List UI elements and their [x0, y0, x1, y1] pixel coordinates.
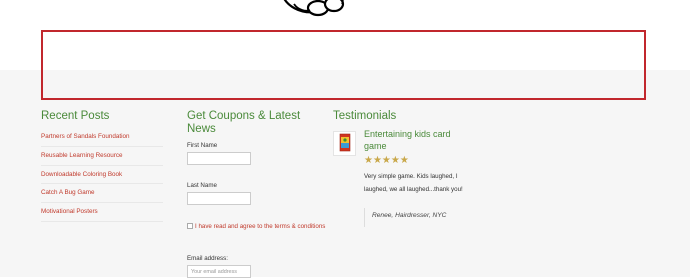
email-field[interactable] [187, 265, 251, 278]
recent-posts-list: Partners of Sandals Foundation Reusable … [41, 128, 163, 222]
ad-banner-placeholder [41, 30, 646, 100]
last-name-field[interactable] [187, 192, 251, 205]
list-item: Reusable Learning Resource [41, 147, 163, 166]
last-name-label: Last Name [187, 182, 217, 189]
star-rating: ★★★★★ [364, 155, 409, 166]
product-title-link[interactable]: Entertaining kids card game [364, 128, 464, 152]
email-label: Email address: [187, 255, 228, 262]
cartoon-gloves-image [283, 0, 345, 17]
recent-post-link[interactable]: Downloadable Coloring Book [41, 171, 122, 178]
list-item: Catch A Bug Game [41, 184, 163, 204]
list-item: Downloadable Coloring Book [41, 166, 163, 185]
testimonials-title: Testimonials [333, 110, 397, 122]
list-item: Motivational Posters [41, 203, 163, 222]
product-thumbnail[interactable] [333, 131, 356, 156]
recent-posts-title: Recent Posts [41, 110, 110, 122]
coupons-title: Get Coupons & Latest News [187, 110, 301, 135]
recent-post-link[interactable]: Catch A Bug Game [41, 189, 95, 196]
list-item: Partners of Sandals Foundation [41, 128, 163, 147]
card-game-box-image [339, 133, 351, 152]
review-text: Very simple game. Kids laughed, I laughe… [364, 173, 463, 193]
review-author: Renee, Hairdresser, NYC [372, 212, 447, 219]
recent-post-link[interactable]: Partners of Sandals Foundation [41, 133, 130, 140]
recent-post-link[interactable]: Reusable Learning Resource [41, 152, 123, 159]
terms-checkbox[interactable] [187, 223, 193, 229]
terms-link[interactable]: I have read and agree to the terms & con… [195, 221, 335, 233]
recent-post-link[interactable]: Motivational Posters [41, 208, 98, 215]
first-name-label: First Name [187, 142, 218, 149]
first-name-field[interactable] [187, 152, 251, 165]
quote-divider [364, 208, 365, 227]
